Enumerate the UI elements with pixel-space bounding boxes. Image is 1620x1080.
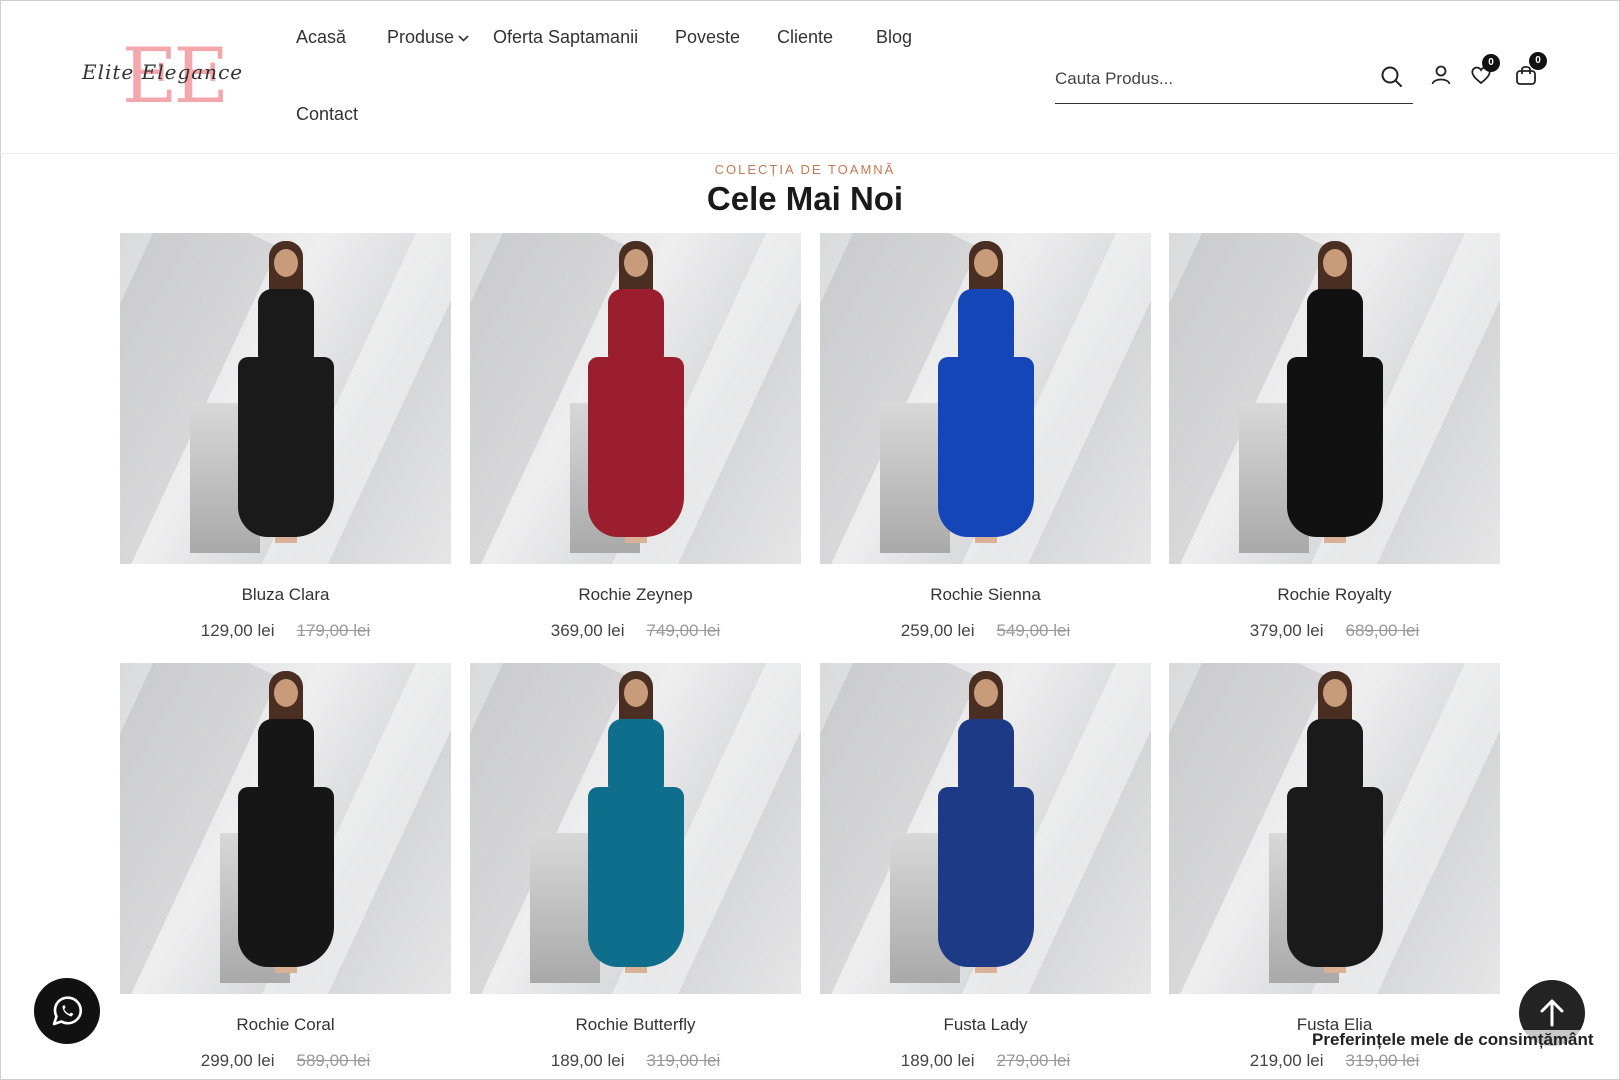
main-nav: Acasă Produse Oferta Saptamanii Poveste …	[296, 22, 976, 142]
nav-item-oferta[interactable]: Oferta Saptamanii	[493, 27, 638, 48]
site-header: EE Elite Elegance Acasă Produse Oferta S…	[0, 0, 1620, 154]
nav-item-contact[interactable]: Contact	[296, 104, 358, 125]
sale-price: 379,00 lei	[1249, 621, 1324, 640]
cart-button[interactable]: 0	[1513, 52, 1547, 88]
product-name[interactable]: Fusta Lady	[820, 1015, 1151, 1035]
product-price: 129,00 lei 179,00 lei	[120, 621, 451, 641]
product-price: 259,00 lei 549,00 lei	[820, 621, 1151, 641]
garment-skirt	[938, 357, 1034, 537]
garment-skirt	[588, 787, 684, 967]
product-image[interactable]	[120, 663, 451, 994]
nav-item-acasa[interactable]: Acasă	[296, 27, 346, 48]
product-image[interactable]	[470, 233, 801, 564]
model-head	[624, 679, 648, 707]
old-price: 689,00 lei	[1345, 621, 1420, 640]
old-price: 749,00 lei	[646, 621, 721, 640]
garment-top	[1307, 289, 1363, 361]
old-price: 589,00 lei	[296, 1051, 371, 1070]
search-icon[interactable]	[1379, 64, 1405, 90]
model-head	[624, 249, 648, 277]
garment-skirt	[1287, 357, 1383, 537]
sale-price: 369,00 lei	[550, 621, 625, 640]
product-name[interactable]: Rochie Royalty	[1169, 585, 1500, 605]
old-price: 549,00 lei	[996, 621, 1071, 640]
product-image[interactable]	[1169, 233, 1500, 564]
product-name[interactable]: Rochie Butterfly	[470, 1015, 801, 1035]
product-price: 189,00 lei 319,00 lei	[470, 1051, 801, 1071]
model-head	[274, 679, 298, 707]
product-name[interactable]: Rochie Coral	[120, 1015, 451, 1035]
search-bar	[1055, 56, 1413, 104]
model-head	[274, 249, 298, 277]
sale-price: 299,00 lei	[200, 1051, 275, 1070]
section-title: Cele Mai Noi	[706, 180, 904, 217]
product-image[interactable]	[1169, 663, 1500, 994]
sale-price: 259,00 lei	[900, 621, 975, 640]
product-name[interactable]: Rochie Sienna	[820, 585, 1151, 605]
sale-price: 189,00 lei	[550, 1051, 625, 1070]
consent-preferences-link[interactable]: Preferințele mele de consimțământ	[1312, 1030, 1594, 1050]
garment-skirt	[238, 357, 334, 537]
logo-script: Elite Elegance	[82, 60, 244, 84]
garment-skirt	[938, 787, 1034, 967]
product-image[interactable]	[820, 663, 1151, 994]
garment-top	[1307, 719, 1363, 791]
nav-item-cliente[interactable]: Cliente	[777, 27, 833, 48]
product-price: 219,00 lei 319,00 lei	[1169, 1051, 1500, 1071]
site-logo[interactable]: EE Elite Elegance	[82, 38, 254, 114]
garment-top	[608, 289, 664, 361]
old-price: 179,00 lei	[296, 621, 371, 640]
cart-count-badge: 0	[1529, 52, 1547, 70]
whatsapp-button[interactable]	[34, 978, 100, 1044]
nav-item-produse[interactable]: Produse	[387, 27, 469, 48]
product-image[interactable]	[120, 233, 451, 564]
section-eyebrow: COLECȚIA DE TOAMNĂ	[714, 162, 896, 177]
wishlist-button[interactable]: 0	[1468, 54, 1500, 88]
whatsapp-icon	[52, 996, 83, 1026]
product-price: 379,00 lei 689,00 lei	[1169, 621, 1500, 641]
old-price: 279,00 lei	[996, 1051, 1071, 1070]
product-name[interactable]: Bluza Clara	[120, 585, 451, 605]
product-image[interactable]	[470, 663, 801, 994]
product-name[interactable]: Rochie Zeynep	[470, 585, 801, 605]
garment-top	[958, 719, 1014, 791]
search-input[interactable]	[1055, 64, 1355, 94]
model-head	[1323, 249, 1347, 277]
sale-price: 129,00 lei	[200, 621, 275, 640]
garment-top	[958, 289, 1014, 361]
sale-price: 189,00 lei	[900, 1051, 975, 1070]
sale-price: 219,00 lei	[1249, 1051, 1324, 1070]
garment-skirt	[238, 787, 334, 967]
model-head	[974, 249, 998, 277]
garment-top	[258, 719, 314, 791]
nav-item-poveste[interactable]: Poveste	[675, 27, 740, 48]
product-price: 299,00 lei 589,00 lei	[120, 1051, 451, 1071]
garment-top	[608, 719, 664, 791]
chevron-down-icon	[458, 35, 469, 42]
garment-top	[258, 289, 314, 361]
user-icon[interactable]	[1428, 62, 1454, 88]
old-price: 319,00 lei	[1345, 1051, 1420, 1070]
model-head	[1323, 679, 1347, 707]
wishlist-count-badge: 0	[1482, 54, 1500, 72]
product-price: 189,00 lei 279,00 lei	[820, 1051, 1151, 1071]
product-price: 369,00 lei 749,00 lei	[470, 621, 801, 641]
nav-item-label: Produse	[387, 27, 455, 47]
nav-item-blog[interactable]: Blog	[876, 27, 912, 48]
product-image[interactable]	[820, 233, 1151, 564]
garment-skirt	[588, 357, 684, 537]
old-price: 319,00 lei	[646, 1051, 721, 1070]
model-head	[974, 679, 998, 707]
garment-skirt	[1287, 787, 1383, 967]
